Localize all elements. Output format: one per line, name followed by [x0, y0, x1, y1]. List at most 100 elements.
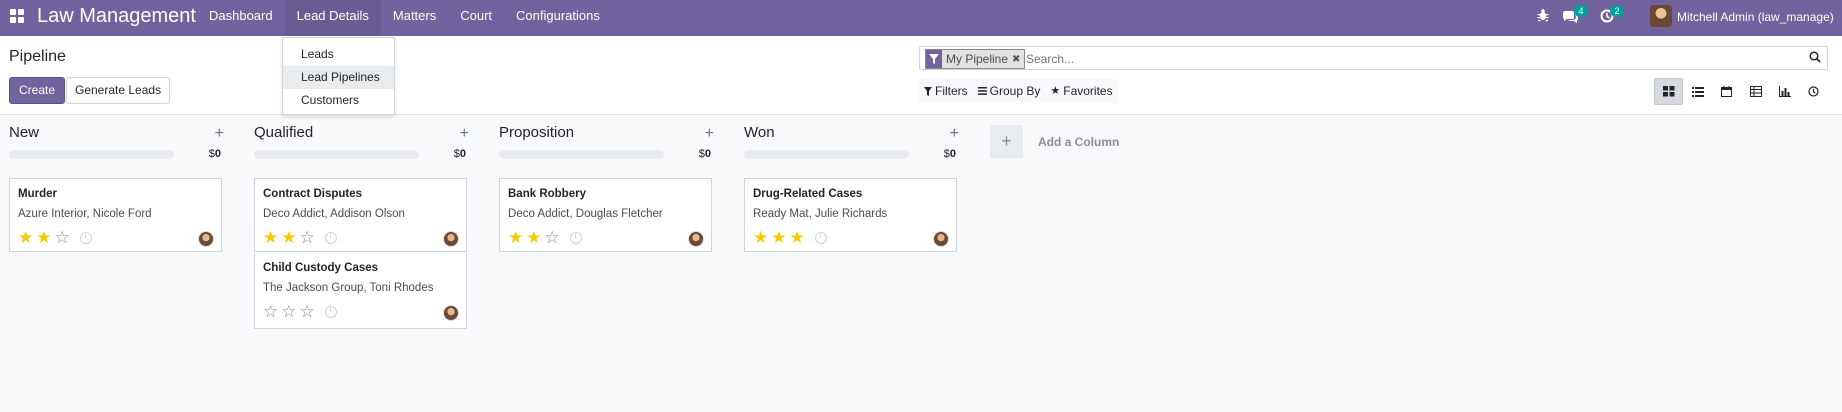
- kanban-view-icon[interactable]: [1654, 78, 1683, 105]
- star-icon[interactable]: ★: [771, 229, 786, 246]
- dropdown-item-customers[interactable]: Customers: [283, 89, 394, 112]
- sum-value: 0: [459, 148, 466, 160]
- menu-court[interactable]: Court: [448, 0, 504, 36]
- kanban-card[interactable]: Child Custody Cases The Jackson Group, T…: [254, 253, 467, 329]
- activity-clock-icon[interactable]: [325, 306, 337, 318]
- salesperson-avatar: [198, 231, 214, 247]
- star-icon[interactable]: ★: [526, 229, 541, 246]
- card-title: Drug-Related Cases: [753, 188, 863, 200]
- filters-button[interactable]: Filters: [919, 79, 973, 103]
- calendar-view-icon[interactable]: [1712, 78, 1741, 105]
- generate-leads-button[interactable]: Generate Leads: [66, 77, 171, 104]
- card-subtitle: The Jackson Group, Toni Rhodes: [263, 282, 434, 294]
- kanban-card[interactable]: Drug-Related Cases Ready Mat, Julie Rich…: [744, 178, 957, 252]
- sum-value: 0: [704, 148, 711, 160]
- search-icon[interactable]: [1809, 51, 1821, 66]
- card-subtitle: Azure Interior, Nicole Ford: [18, 208, 152, 220]
- messages-icon[interactable]: 4: [1561, 0, 1588, 36]
- star-icon[interactable]: ★: [263, 229, 278, 246]
- card-title: Contract Disputes: [263, 188, 363, 200]
- quick-create-icon[interactable]: +: [950, 125, 959, 143]
- groupby-button[interactable]: Group By: [973, 79, 1046, 103]
- star-outline-icon[interactable]: ☆: [300, 303, 315, 320]
- favorites-button[interactable]: ★ Favorites: [1045, 79, 1117, 103]
- priority-stars: ☆ ☆ ☆: [263, 303, 315, 320]
- search-bar[interactable]: My Pipeline ✖: [919, 46, 1828, 70]
- kanban-card[interactable]: Murder Azure Interior, Nicole Ford ★ ★ ☆: [9, 178, 222, 252]
- view-switcher: [1654, 78, 1828, 105]
- menu-configurations[interactable]: Configurations: [504, 0, 612, 36]
- quick-create-icon[interactable]: +: [705, 125, 714, 143]
- quick-create-icon[interactable]: +: [215, 125, 224, 143]
- column-sum: $0: [699, 148, 711, 160]
- create-button[interactable]: Create: [9, 77, 66, 104]
- apps-menu-icon[interactable]: [10, 9, 24, 23]
- menu-lead-details[interactable]: Lead Details: [284, 0, 381, 36]
- graph-view-icon[interactable]: [1770, 78, 1799, 105]
- activity-view-icon[interactable]: [1799, 78, 1828, 105]
- salesperson-avatar: [443, 305, 459, 321]
- dropdown-item-leads[interactable]: Leads: [283, 43, 394, 66]
- star-icon: ★: [1050, 85, 1061, 97]
- star-icon[interactable]: ★: [508, 229, 523, 246]
- filters-label: Filters: [935, 84, 968, 98]
- activity-clock-icon[interactable]: [80, 232, 92, 244]
- card-title: Bank Robbery: [508, 188, 586, 200]
- star-icon[interactable]: ★: [753, 229, 768, 246]
- messages-count-badge: 4: [1574, 5, 1588, 17]
- user-name[interactable]: Mitchell Admin (law_manage): [1677, 10, 1834, 24]
- card-subtitle: Ready Mat, Julie Richards: [753, 208, 888, 220]
- control-panel: Pipeline Create Generate Leads My Pipeli…: [0, 36, 1842, 115]
- search-options: Filters Group By ★ Favorites: [919, 79, 1118, 103]
- activity-clock-icon[interactable]: [570, 232, 582, 244]
- groupby-label: Group By: [989, 84, 1041, 98]
- add-column-button[interactable]: + Add a Column: [990, 125, 1119, 158]
- star-outline-icon[interactable]: ☆: [300, 229, 315, 246]
- app-brand[interactable]: Law Management: [37, 5, 196, 28]
- star-outline-icon[interactable]: ☆: [281, 303, 296, 320]
- star-icon[interactable]: ★: [281, 229, 296, 246]
- menu-dashboard[interactable]: Dashboard: [197, 0, 285, 36]
- column-title: Won: [744, 124, 775, 141]
- plus-icon[interactable]: +: [990, 125, 1023, 158]
- activity-clock-icon[interactable]: [325, 232, 337, 244]
- user-avatar[interactable]: [1650, 5, 1672, 27]
- list-view-icon[interactable]: [1683, 78, 1712, 105]
- kanban-board: New + $0 Murder Azure Interior, Nicole F…: [0, 115, 1842, 412]
- add-column-label[interactable]: Add a Column: [1038, 135, 1119, 149]
- star-icon[interactable]: ★: [790, 229, 805, 246]
- salesperson-avatar: [933, 231, 949, 247]
- star-outline-icon[interactable]: ☆: [263, 303, 278, 320]
- facet-remove-icon[interactable]: ✖: [1012, 54, 1024, 65]
- activity-clock-icon[interactable]: [815, 232, 827, 244]
- search-input[interactable]: [1024, 49, 1788, 69]
- star-outline-icon[interactable]: ☆: [55, 229, 70, 246]
- dropdown-item-lead-pipelines[interactable]: Lead Pipelines: [283, 66, 394, 89]
- activities-icon[interactable]: 2: [1599, 0, 1624, 36]
- star-icon[interactable]: ★: [18, 229, 33, 246]
- column-title: Qualified: [254, 124, 314, 141]
- bars-icon: [977, 87, 987, 95]
- column-progress-bar[interactable]: [744, 150, 909, 159]
- priority-stars: ★ ★ ★: [753, 229, 805, 246]
- pivot-view-icon[interactable]: [1741, 78, 1770, 105]
- kanban-card[interactable]: Bank Robbery Deco Addict, Douglas Fletch…: [499, 178, 712, 252]
- kanban-card[interactable]: Contract Disputes Deco Addict, Addison O…: [254, 178, 467, 252]
- debug-icon[interactable]: [1536, 0, 1550, 36]
- menu-matters[interactable]: Matters: [381, 0, 448, 36]
- card-subtitle: Deco Addict, Douglas Fletcher: [508, 208, 663, 220]
- star-icon[interactable]: ★: [36, 229, 51, 246]
- salesperson-avatar: [443, 231, 459, 247]
- facet-label: My Pipeline: [946, 52, 1009, 66]
- quick-create-icon[interactable]: +: [460, 125, 469, 143]
- column-progress-bar[interactable]: [499, 150, 664, 159]
- star-outline-icon[interactable]: ☆: [545, 229, 560, 246]
- main-menu: Dashboard Lead Details Matters Court Con…: [197, 0, 612, 36]
- priority-stars: ★ ★ ☆: [263, 229, 315, 246]
- column-progress-bar[interactable]: [9, 150, 174, 159]
- column-sum: $0: [454, 148, 466, 160]
- filter-icon: [926, 50, 942, 68]
- card-title: Child Custody Cases: [263, 262, 379, 274]
- salesperson-avatar: [688, 231, 704, 247]
- column-progress-bar[interactable]: [254, 150, 419, 159]
